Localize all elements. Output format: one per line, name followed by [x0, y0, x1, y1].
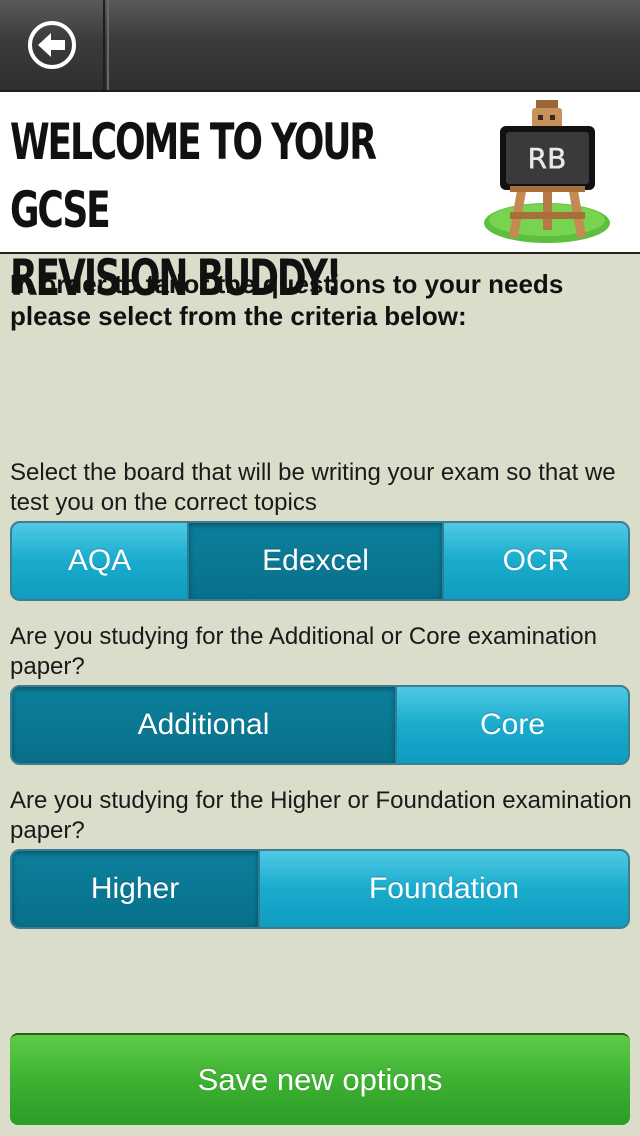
navigation-bar — [0, 0, 640, 92]
board-question: Select the board that will be writing yo… — [10, 459, 616, 516]
back-arrow-icon — [27, 21, 76, 69]
logo-text: RB — [528, 142, 567, 175]
intro-text: In order to tailor the questions to your… — [10, 269, 564, 331]
paper-option-core[interactable]: Core — [397, 687, 628, 763]
tier-option-foundation[interactable]: Foundation — [260, 851, 628, 927]
paper-option-additional[interactable]: Additional — [12, 687, 397, 763]
header: WELCOME TO YOUR GCSE REVISION BUDDY! RB — [0, 92, 640, 307]
back-button[interactable] — [0, 0, 105, 90]
paper-type-selector: Additional Core — [10, 685, 630, 765]
tier-question: Are you studying for the Higher or Found… — [10, 787, 632, 844]
board-selector: AQA Edexcel OCR — [10, 521, 630, 601]
paper-type-question: Are you studying for the Additional or C… — [10, 623, 598, 680]
save-options-button[interactable]: Save new options — [10, 1033, 630, 1125]
tier-selector: Higher Foundation — [10, 849, 630, 929]
title-line-1: WELCOME TO YOUR GCSE — [10, 113, 377, 239]
revision-buddy-logo: RB — [484, 100, 610, 243]
tier-option-higher[interactable]: Higher — [12, 851, 260, 927]
board-option-ocr[interactable]: OCR — [444, 523, 628, 599]
board-option-aqa[interactable]: AQA — [12, 523, 189, 599]
nav-divider — [107, 0, 109, 90]
board-option-edexcel[interactable]: Edexcel — [189, 523, 444, 599]
